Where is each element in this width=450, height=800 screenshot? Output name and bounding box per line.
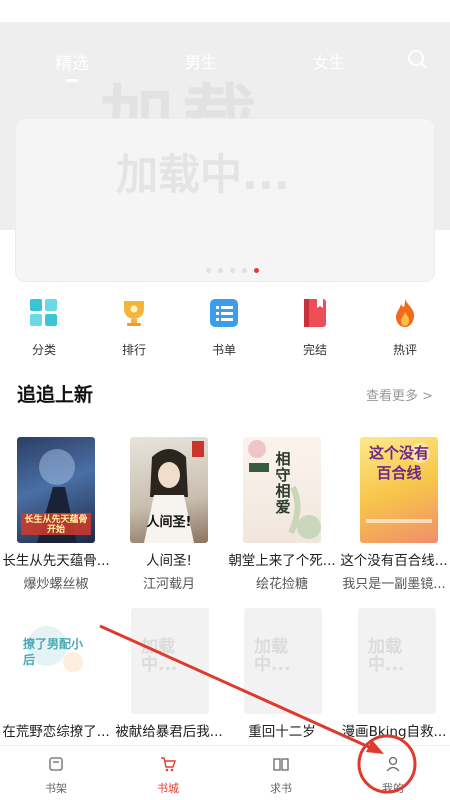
book-icon [300,298,330,328]
book-author: 爆炒螺丝椒 [23,577,89,592]
book-author: 绘花捡糖 [255,577,308,592]
tab-featured[interactable]: 精选 [55,49,89,74]
section-title: 追追上新 [17,384,94,406]
nav-request-book[interactable]: 求书 [225,746,337,800]
entry-ranking[interactable]: 排行 [99,290,169,360]
book-title: 这个没有百合线... [340,553,448,569]
bookstore-screen: 加载 精选 男生 女生 加载中... 分类 排行 [0,0,450,800]
top-tabs: 精选 男生 女生 [0,45,450,75]
carousel-dot [230,268,235,273]
search-icon[interactable] [406,48,428,70]
book-cover: 长生从先天蕴骨开始 [17,437,95,543]
book-cover: 撩了男配小后 [17,608,95,714]
carousel-dot-active [254,268,259,273]
banner-carousel[interactable]: 加载中... [15,118,435,282]
flame-icon [390,298,420,328]
entry-label: 书单 [211,343,236,357]
user-icon [385,756,401,772]
cover-title: 长生从先天蕴骨开始 [24,515,88,535]
book-cover-placeholder: 加载中... [244,608,322,714]
cover-loading-text: 加载中... [254,637,291,675]
nav-label: 书架 [45,782,67,795]
book-author: 我只是一副墨镜... [342,577,446,592]
entry-hot-reviews[interactable]: 热评 [370,290,440,360]
entry-category[interactable]: 分类 [9,290,79,360]
entry-label: 排行 [121,343,146,357]
cover-loading-text: 加载中... [368,637,405,675]
nav-label: 求书 [270,782,292,795]
book-title: 漫画Bking自救... [341,724,447,740]
cover-title: 人间圣! [146,515,192,530]
book-cover-placeholder: 加载中... [358,608,436,714]
book-title: 人间圣! [146,553,192,569]
list-icon [209,298,239,328]
book-author: 江河载月 [142,577,195,592]
cart-icon [160,756,176,772]
entry-label: 分类 [31,343,56,357]
entry-booklist[interactable]: 书单 [189,290,259,360]
bottom-nav: 书架 书城 求书 我的 [0,745,450,800]
nav-bookstore[interactable]: 书城 [112,746,224,800]
tab-male[interactable]: 男生 [185,49,217,73]
nav-label: 书城 [157,782,179,795]
entry-completed[interactable]: 完结 [280,290,350,360]
trophy-icon [119,298,149,328]
nav-profile[interactable]: 我的 [337,746,449,800]
open-book-icon [273,756,289,772]
entry-label: 完结 [302,343,327,357]
book-cover: 人间圣! [130,437,208,543]
grid-icon [29,298,59,328]
carousel-dot [206,268,211,273]
book-title: 在荒野恋综撩了... [2,724,110,740]
book-title: 朝堂上来了个死... [228,553,336,569]
status-bar [0,0,450,22]
nav-bookshelf[interactable]: 书架 [0,746,112,800]
carousel-dot [218,268,223,273]
book-cover-placeholder: 加载中... [131,608,209,714]
cover-title: 这个没有百合线 [368,444,429,482]
tab-indicator [66,79,78,82]
book-title: 被献给暴君后我... [115,724,223,740]
entry-label: 热评 [392,343,417,357]
nav-label: 我的 [382,782,404,795]
book-title: 重回十二岁 [248,724,316,740]
quick-entries: 分类 排行 书单 完结 热评 [0,290,450,360]
banner-loading-text: 加载中... [116,150,290,199]
carousel-dot [242,268,247,273]
see-more-link[interactable]: 查看更多 > [366,385,433,404]
cover-title: 撩了男配小后 [23,637,84,667]
book-cover: 这个没有百合线 [360,437,438,543]
carousel-dots [206,268,266,274]
bookshelf-icon [48,756,64,772]
tab-female[interactable]: 女生 [313,49,345,73]
book-title: 长生从先天蕴骨... [2,553,110,569]
cover-loading-text: 加载中... [141,637,178,675]
cover-title: 相守相爱 [275,450,291,516]
book-cover: 相守相爱 [243,437,321,543]
